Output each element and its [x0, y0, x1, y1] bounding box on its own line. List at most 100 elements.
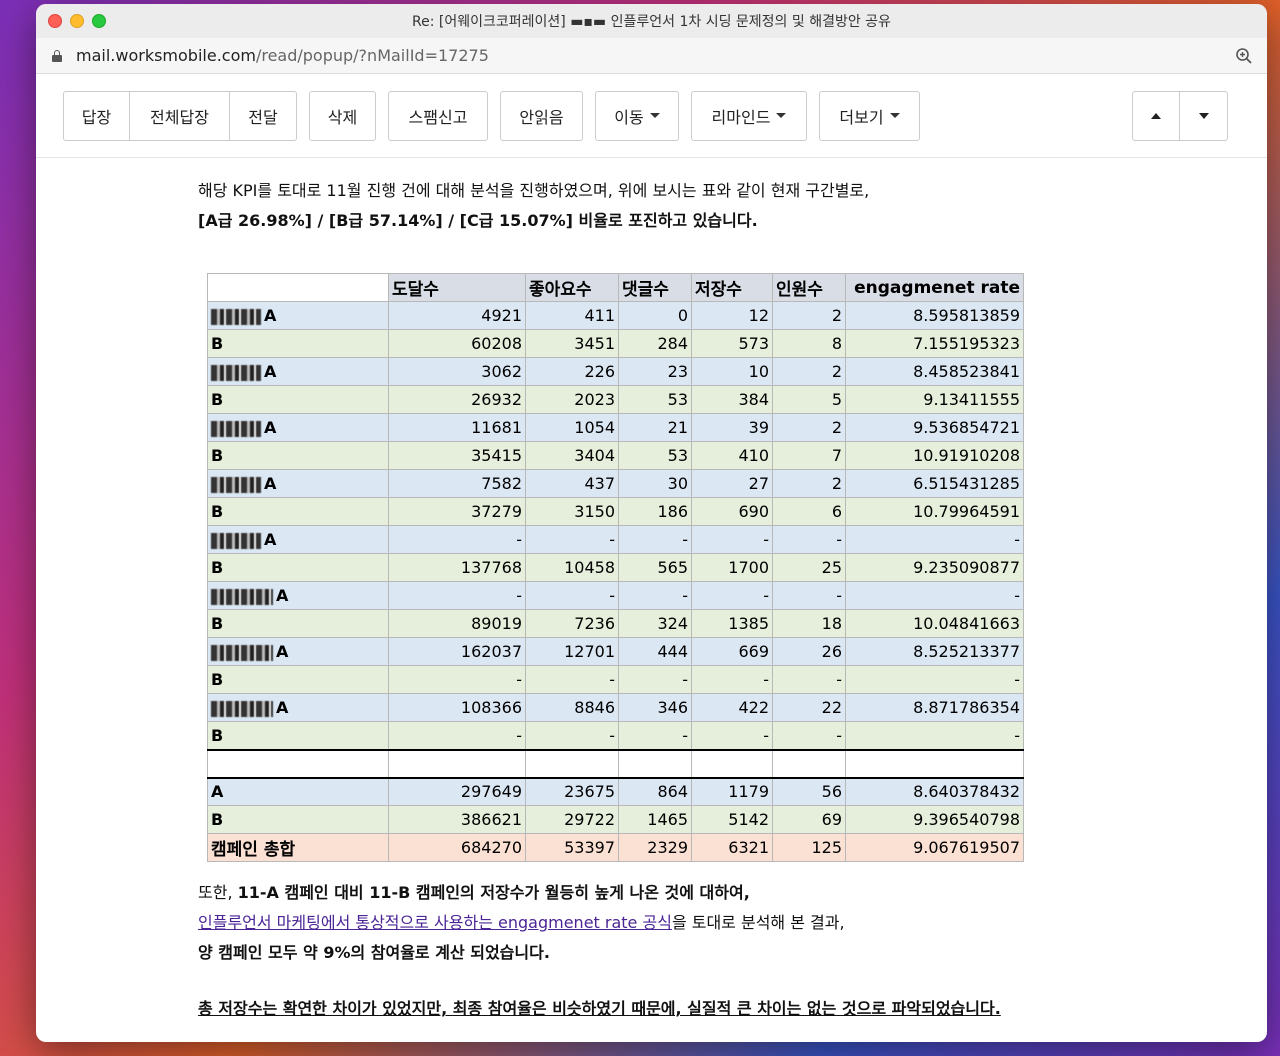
spam-report-button[interactable]: 스팸신고 [388, 90, 488, 141]
table-cell: - [388, 721, 526, 750]
table-cell: 8.458523841 [845, 357, 1024, 386]
zoom-icon[interactable] [1235, 47, 1253, 65]
window-controls [48, 14, 106, 28]
table-cell: - [388, 665, 526, 694]
row-label-text: A [276, 586, 289, 605]
row-label: B [207, 441, 389, 470]
table-cell: 9.235090877 [845, 553, 1024, 582]
table-row: A 162037 12701 444 669 26 8.525213377 [207, 637, 1024, 666]
table-cell: 6 [772, 497, 846, 526]
table-cell: 7 [772, 441, 846, 470]
table-cell: 864 [618, 777, 692, 806]
table-cell: 30 [618, 469, 692, 498]
conclusion-line: 총 저장수는 확연한 차이가 있었지만, 최종 참여율은 비슷하였기 때문에, … [198, 999, 1001, 1018]
table-cell: 27 [691, 469, 773, 498]
table-cell: 60208 [388, 329, 526, 358]
table-cell: - [618, 581, 692, 610]
table-cell: 690 [691, 497, 773, 526]
mail-body-top: 해당 KPI를 토대로 11월 진행 건에 대해 분석을 진행하였으며, 위에 … [198, 176, 1198, 236]
table-cell: 26 [772, 637, 846, 666]
table-row: B 89019 7236 324 1385 18 10.04841663 [207, 609, 1024, 638]
row-label-text: A [211, 782, 224, 802]
url-text[interactable]: mail.worksmobile.com/read/popup/?nMailId… [76, 46, 489, 65]
forward-button[interactable]: 전달 [230, 90, 297, 141]
row-label-text: A [276, 642, 289, 661]
table-cell: 11681 [388, 413, 526, 442]
redacted-influencer-name [211, 588, 273, 605]
table-cell: 669 [691, 637, 773, 666]
move-dropdown[interactable]: 이동 [595, 90, 679, 141]
url-path: /read/popup/?nMailId=17275 [255, 46, 489, 65]
remind-dropdown[interactable]: 리마인드 [691, 90, 807, 141]
row-label: A [207, 637, 389, 666]
table-cell: 3451 [525, 329, 619, 358]
close-window-button[interactable] [48, 14, 62, 28]
table-cell: 69 [772, 805, 846, 834]
table-cell: 39 [691, 413, 773, 442]
row-label-text: A [264, 306, 277, 325]
table-cell: - [845, 525, 1024, 554]
next-mail-button[interactable] [1180, 91, 1228, 141]
row-label: B [207, 553, 389, 582]
after-bold: 11-A 캠페인 대비 11-B 캠페인의 저장수가 월등히 높게 나온 것에 … [237, 883, 750, 902]
table-cell: - [388, 581, 526, 610]
previous-mail-button[interactable] [1132, 91, 1180, 141]
table-cell: 25 [772, 553, 846, 582]
table-cell: 9.13411555 [845, 385, 1024, 414]
reply-button[interactable]: 답장 [63, 90, 130, 141]
table-cell: - [691, 525, 773, 554]
row-label: B [207, 805, 389, 834]
table-cell: 53397 [525, 833, 619, 862]
table-cell: - [691, 721, 773, 750]
table-cell: 9.396540798 [845, 805, 1024, 834]
table-cell: 1700 [691, 553, 773, 582]
row-label-text: B [211, 502, 224, 521]
mark-unread-button[interactable]: 안읽음 [500, 90, 583, 141]
row-label: A [207, 693, 389, 722]
table-cell: 37279 [388, 497, 526, 526]
delete-button[interactable]: 삭제 [309, 90, 376, 141]
table-cell: 284 [618, 329, 692, 358]
browser-window: Re: [어웨이크코퍼레이션] ▬▪▬ 인플루언서 1차 시딩 문제정의 및 해… [36, 4, 1267, 1042]
table-cell: 8.595813859 [845, 301, 1024, 330]
zoom-window-button[interactable] [92, 14, 106, 28]
mail-toolbar: 답장 전체답장 전달 삭제 스팸신고 안읽음 이동 리마인드 더보기 [36, 74, 1267, 158]
table-cell: 18 [772, 609, 846, 638]
table-cell: 384 [691, 385, 773, 414]
reply-group: 답장 전체답장 전달 [63, 90, 297, 141]
table-row: B 137768 10458 565 1700 25 9.235090877 [207, 553, 1024, 582]
minimize-window-button[interactable] [70, 14, 84, 28]
mail-navigation [1132, 91, 1228, 141]
row-label-text: 캠페인 총합 [211, 840, 296, 860]
row-label-text: B [211, 614, 224, 633]
after-line-2: 인플루언서 마케팅에서 통상적으로 사용하는 engagmenet rate 공… [198, 908, 1198, 938]
intro-line-2: [A급 26.98%] / [B급 57.14%] / [C급 15.07%] … [198, 211, 758, 230]
table-cell: 324 [618, 609, 692, 638]
chevron-down-icon [649, 113, 660, 118]
table-cell: 437 [525, 469, 619, 498]
engagement-formula-link[interactable]: 인플루언서 마케팅에서 통상적으로 사용하는 engagmenet rate 공… [198, 913, 672, 932]
table-row: B 35415 3404 53 410 7 10.91910208 [207, 441, 1024, 470]
table-cell: 346 [618, 693, 692, 722]
table-cell: 3150 [525, 497, 619, 526]
spacer-cell [772, 748, 846, 779]
row-label: A [207, 413, 389, 442]
address-bar[interactable]: mail.worksmobile.com/read/popup/?nMailId… [36, 38, 1267, 74]
row-label-text: A [264, 530, 277, 549]
table-cell: 2023 [525, 385, 619, 414]
table-cell: 226 [525, 357, 619, 386]
table-cell: - [525, 525, 619, 554]
column-header: 댓글수 [618, 273, 692, 302]
mail-body-bottom: 또한, 11-A 캠페인 대비 11-B 캠페인의 저장수가 월등히 높게 나온… [198, 878, 1198, 1024]
spacer-cell [618, 748, 692, 779]
table-cell: 12701 [525, 637, 619, 666]
redacted-influencer-name [211, 420, 261, 437]
table-cell: - [618, 525, 692, 554]
redacted-influencer-name [211, 476, 261, 493]
reply-all-button[interactable]: 전체답장 [130, 90, 230, 141]
table-cell: 23675 [525, 777, 619, 806]
table-cell: - [691, 581, 773, 610]
more-dropdown[interactable]: 더보기 [819, 90, 920, 141]
after-prefix: 또한, [198, 883, 238, 902]
lock-icon [52, 49, 62, 62]
